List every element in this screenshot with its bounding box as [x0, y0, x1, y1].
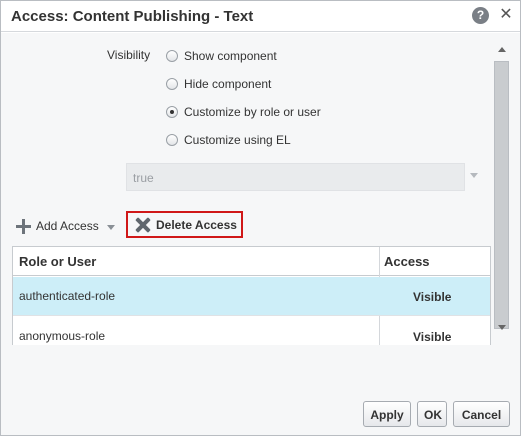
dialog-footer: Apply OK Cancel — [1, 345, 520, 435]
visibility-label: Visibility — [107, 48, 151, 62]
delete-access-button[interactable]: Delete Access — [126, 211, 243, 238]
delete-access-label: Delete Access — [156, 218, 237, 232]
delete-x-icon — [135, 217, 151, 233]
radio-label: Customize by role or user — [184, 105, 321, 119]
plus-icon — [16, 219, 31, 234]
table-header: Role or User Access — [13, 247, 490, 276]
radio-button[interactable] — [166, 134, 178, 146]
apply-button[interactable]: Apply — [363, 401, 411, 427]
radio-button[interactable] — [166, 78, 178, 90]
add-access-label: Add Access — [36, 219, 99, 233]
close-icon[interactable]: ✕ — [498, 6, 514, 24]
role-cell: authenticated-role — [19, 289, 116, 303]
column-header-role[interactable]: Role or User — [19, 254, 96, 269]
title-bar: Access: Content Publishing - Text ? ✕ — [1, 1, 520, 32]
radio-label: Show component — [184, 49, 277, 63]
role-cell: anonymous-role — [19, 329, 106, 343]
chevron-down-icon — [470, 173, 478, 178]
access-cell[interactable]: Visible — [413, 290, 451, 304]
el-expression-field: true — [126, 163, 465, 191]
radio-label: Hide component — [184, 77, 272, 91]
radio-button-selected[interactable] — [166, 106, 178, 118]
table-row[interactable]: authenticated-role Visible — [13, 277, 490, 316]
help-icon[interactable]: ? — [472, 7, 489, 24]
scroll-up-arrow-icon[interactable] — [498, 47, 506, 52]
radio-label: Customize using EL — [184, 133, 291, 147]
ok-button[interactable]: OK — [417, 401, 447, 427]
scrollbar-thumb[interactable] — [494, 61, 509, 329]
column-header-access[interactable]: Access — [384, 254, 430, 269]
scroll-down-arrow-icon[interactable] — [498, 325, 506, 330]
chevron-down-icon[interactable] — [107, 225, 115, 230]
cancel-button[interactable]: Cancel — [453, 401, 510, 427]
access-cell[interactable]: Visible — [413, 330, 451, 344]
dialog-content: Visibility Show component Hide component… — [1, 33, 494, 345]
access-dialog: Access: Content Publishing - Text ? ✕ Vi… — [0, 0, 521, 436]
vertical-scrollbar[interactable] — [494, 33, 511, 345]
radio-button[interactable] — [166, 50, 178, 62]
access-table: Role or User Access authenticated-role V… — [12, 246, 491, 345]
dialog-title: Access: Content Publishing - Text — [11, 8, 254, 25]
table-row[interactable]: anonymous-role Visible — [13, 317, 490, 345]
